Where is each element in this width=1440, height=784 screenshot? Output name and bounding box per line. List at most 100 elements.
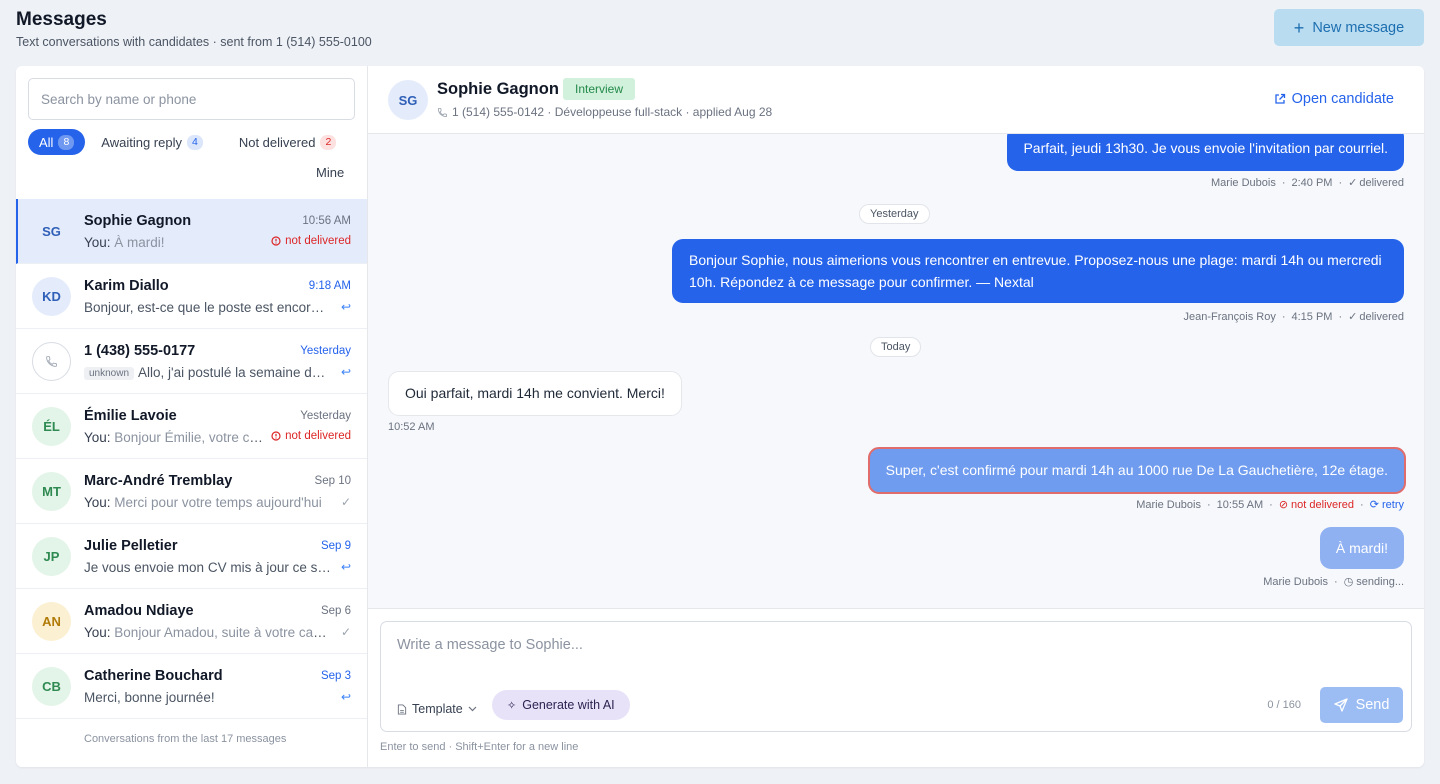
conversation-item[interactable]: 1 (438) 555-0177 Yesterday unknown Allo, … [16, 329, 367, 394]
outgoing-message: Bonjour Sophie, nous aimerions vous renc… [672, 239, 1404, 303]
document-icon [397, 703, 407, 715]
message-preview: Merci, bonne journée! [84, 690, 215, 705]
failed-message[interactable]: Super, c'est confirmé pour mardi 14h au … [867, 447, 1406, 494]
conversation-item[interactable]: JP Julie Pelletier Sep 9 Je vous envoie … [16, 524, 367, 589]
open-candidate-link[interactable]: Open candidate [1274, 91, 1394, 107]
preview-text: Allo, j'ai postulé la semaine dernière [138, 365, 331, 380]
filter-mine[interactable]: Mine [308, 160, 352, 186]
search-input[interactable] [28, 78, 355, 120]
filter-not-delivered-count: 2 [320, 134, 337, 150]
message-time: 2:40 PM [1291, 176, 1333, 189]
messages-card: All 8 Awaiting reply 4 Not delivered 2 M… [16, 66, 1424, 767]
conversation-item[interactable]: CB Catherine Bouchard Sep 3 Merci, bonne… [16, 654, 367, 719]
plus-icon: + [1293, 17, 1305, 38]
message-preview: unknown Allo, j'ai postulé la semaine der… [84, 365, 331, 380]
contact-name: Catherine Bouchard [84, 668, 223, 684]
avatar: AN [32, 602, 71, 641]
day-separator: Today [870, 337, 922, 357]
reply-icon: ↩ [340, 690, 351, 704]
message-preview: Je vous envoie mon CV mis à jour ce soir [84, 560, 331, 575]
conversation-time: Sep 10 [314, 475, 351, 487]
sparkle-icon: ✧ [507, 699, 517, 712]
avatar: SG [42, 224, 61, 239]
avatar: CB [32, 667, 71, 706]
chevron-down-icon [468, 706, 477, 712]
external-link-icon [1274, 93, 1285, 104]
conversation-list: SG Sophie Gagnon 10:56 AM You: À mardi! … [16, 199, 367, 719]
filter-not-delivered[interactable]: Not delivered 2 [231, 129, 344, 155]
conversation-item[interactable]: ÉL Émilie Lavoie Yesterday You: Bonjour … [16, 394, 367, 459]
open-candidate-label: Open candidate [1291, 91, 1394, 107]
delivery-status: not delivered [1291, 498, 1355, 511]
message-input[interactable] [381, 622, 1411, 682]
character-count: 0 / 160 [1267, 699, 1301, 711]
generate-ai-label: Generate with AI [522, 698, 615, 712]
retry-button[interactable]: ⟳ retry [1370, 498, 1404, 511]
send-label: Send [1355, 697, 1390, 713]
contact-name: Julie Pelletier [84, 538, 178, 554]
message-meta: Marie Dubois · 10:55 AM · ⊘ not delivered · … [1136, 498, 1404, 512]
meta-sep: · [1281, 310, 1286, 323]
not-delivered-status: not delivered [271, 235, 351, 247]
message-meta: Jean-François Roy · 4:15 PM · ✓ delivered [1184, 310, 1405, 324]
conversation-item[interactable]: MT Marc-André Tremblay Sep 10 You: Merci… [16, 459, 367, 524]
avatar [32, 342, 71, 381]
message-preview: Bonjour, est-ce que le poste est encore … [84, 300, 331, 315]
template-button[interactable]: Template [397, 695, 477, 723]
conversation-time: Sep 3 [320, 670, 351, 682]
reply-icon: ↩ [340, 365, 351, 379]
avatar: ÉL [32, 407, 71, 446]
filter-awaiting-count: 4 [187, 134, 203, 150]
filter-awaiting-label: Awaiting reply [101, 134, 182, 150]
conversation-time: Sep 9 [320, 540, 351, 552]
conversation-time: 9:18 AM [308, 280, 351, 292]
check-icon: ✓ [1348, 311, 1358, 323]
outgoing-message: Parfait, jeudi 13h30. Je vous envoie l'i… [1007, 134, 1404, 171]
preview-text: Bonjour Émilie, votre candidature [114, 430, 264, 445]
status-text: not delivered [285, 235, 351, 247]
clock-icon: ◷ [1343, 576, 1354, 588]
list-footer: Conversations from the last 17 messages [84, 733, 287, 745]
contact-name: Marc-André Tremblay [84, 473, 233, 489]
you-prefix: You: [84, 430, 111, 445]
alert-circle-icon [271, 236, 281, 246]
new-message-label: New message [1312, 19, 1405, 36]
meta-sep: · [1360, 498, 1364, 511]
contact-name: Amadou Ndiaye [84, 603, 194, 619]
meta-sep: · [1269, 498, 1273, 511]
message-preview: You: Merci pour votre temps aujourd'hui [84, 495, 322, 510]
message-time: 10:52 AM [388, 421, 435, 433]
candidate-name: Sophie Gagnon [437, 80, 559, 98]
composer-area: Template ✧ Generate with AI 0 / 160 Send… [368, 608, 1424, 767]
preview-text: Bonjour Amadou, suite à votre candidatur… [114, 625, 331, 640]
filter-awaiting-reply[interactable]: Awaiting reply 4 [93, 129, 211, 155]
avatar: SG [388, 80, 428, 120]
reply-icon: ↩ [340, 560, 351, 574]
message-preview: You: Bonjour Amadou, suite à votre candi… [84, 625, 331, 640]
composer-hint: Enter to send · Shift+Enter for a new li… [380, 741, 579, 753]
filter-all-label: All [39, 134, 54, 150]
conversation-time: Yesterday [300, 410, 351, 422]
chat-panel: SG Sophie Gagnon Interview 1 (514) 555-0… [368, 66, 1424, 767]
conversation-item[interactable]: SG Sophie Gagnon 10:56 AM You: À mardi! … [16, 199, 367, 264]
conversation-item[interactable]: KD Karim Diallo 9:18 AM Bonjour, est-ce … [16, 264, 367, 329]
sender-name: Marie Dubois [1263, 575, 1329, 588]
reply-icon: ↩ [340, 300, 351, 314]
delivery-status: delivered [1359, 310, 1404, 323]
message-preview: You: Bonjour Émilie, votre candidature [84, 430, 264, 445]
preview-text: Merci pour votre temps aujourd'hui [110, 495, 322, 510]
send-button[interactable]: Send [1320, 687, 1403, 723]
message-meta: 10:52 AM [388, 421, 434, 433]
unknown-tag: unknown [84, 367, 135, 380]
alert-circle-icon: ⊘ [1278, 499, 1289, 511]
day-separator: Yesterday [859, 204, 930, 224]
meta-sep: · [1334, 575, 1338, 588]
avatar: JP [32, 537, 71, 576]
phone-icon [437, 107, 448, 117]
message-thread: Parfait, jeudi 13h30. Je vous envoie l'i… [368, 134, 1424, 608]
conversation-item[interactable]: AN Amadou Ndiaye Sep 6 You: Bonjour Amad… [16, 589, 367, 654]
new-message-button[interactable]: + New message [1274, 9, 1424, 46]
generate-ai-button[interactable]: ✧ Generate with AI [492, 690, 630, 720]
filter-all[interactable]: All 8 [28, 129, 86, 155]
preview-text: À mardi! [110, 235, 165, 250]
